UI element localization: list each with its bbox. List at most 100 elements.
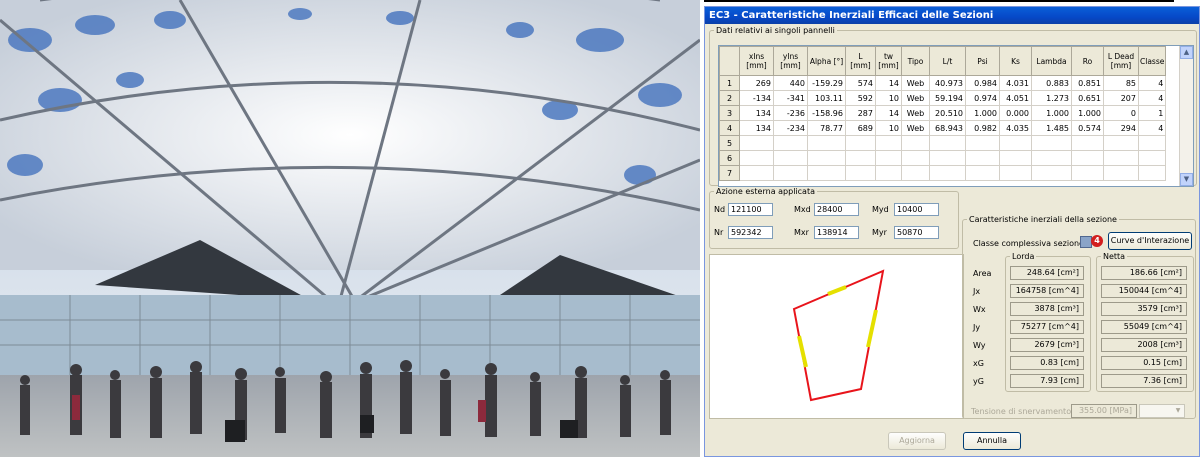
scroll-down-icon[interactable]: ▼ [1180,173,1193,186]
table-row[interactable]: 6 [719,150,1167,166]
grid-cell[interactable]: Web [901,75,930,91]
interaction-curves-button[interactable]: Curve d'Interazione [1108,232,1192,250]
grid-cell[interactable] [1137,150,1167,166]
chevron-down-icon[interactable]: ▼ [1173,406,1183,416]
grid-cell[interactable]: 103.11 [807,90,846,106]
table-row[interactable]: 1 269 440 -159.29 574 14 Web 40.973 0.984 4.031 0.… [719,75,1167,91]
grid-cell[interactable]: -236 [773,105,808,121]
grid-cell[interactable] [807,150,846,166]
grid-cell[interactable]: 287 [845,105,876,121]
grid-cell[interactable] [1103,165,1139,181]
grid-cell[interactable]: 68.943 [929,120,966,136]
mxr-input[interactable]: 138914 [814,226,859,239]
grid-cell[interactable]: 40.973 [929,75,966,91]
grid-cell[interactable]: 4.035 [999,120,1032,136]
grid-cell[interactable]: 592 [845,90,876,106]
grid-cell[interactable]: -158.96 [807,105,846,121]
grid-cell[interactable]: 0 [1103,105,1139,121]
grid-cell[interactable] [929,135,966,151]
grid-cell[interactable] [1137,165,1167,181]
grid-cell[interactable]: 10 [875,120,902,136]
grid-cell[interactable]: 134 [739,105,774,121]
grid-cell[interactable] [1103,135,1139,151]
grid-cell[interactable] [1031,165,1072,181]
grid-cell[interactable] [1137,135,1167,151]
grid-cell[interactable] [773,135,808,151]
grid-cell[interactable]: 0.984 [965,75,1000,91]
grid-cell[interactable] [1071,135,1104,151]
grid-cell[interactable] [1031,150,1072,166]
table-row[interactable]: 7 [719,165,1167,181]
grid-cell[interactable]: Web [901,120,930,136]
myd-input[interactable]: 10400 [894,203,939,216]
grid-cell[interactable] [1031,135,1072,151]
grid-cell[interactable]: 0.851 [1071,75,1104,91]
grid-cell[interactable]: 0.651 [1071,90,1104,106]
scroll-up-icon[interactable]: ▲ [1180,46,1193,59]
grid-cell[interactable]: 207 [1103,90,1139,106]
grid-cell[interactable] [875,150,902,166]
yield-dropdown[interactable]: ▼ [1139,404,1185,418]
grid-cell[interactable]: 4 [1137,90,1167,106]
grid-cell[interactable]: 1 [1137,105,1167,121]
grid-cell[interactable] [739,135,774,151]
table-row[interactable]: 5 [719,135,1167,151]
grid-cell[interactable]: 14 [875,105,902,121]
grid-cell[interactable]: 1.273 [1031,90,1072,106]
grid-cell[interactable]: 440 [773,75,808,91]
grid-cell[interactable] [999,135,1032,151]
grid-cell[interactable]: Web [901,105,930,121]
grid-cell[interactable] [807,135,846,151]
grid-cell[interactable]: 269 [739,75,774,91]
grid-cell[interactable] [965,150,1000,166]
mxd-input[interactable]: 28400 [814,203,859,216]
grid-cell[interactable] [1071,165,1104,181]
table-row[interactable]: 4 134 -234 78.77 689 10 Web 68.943 0.982 4.035 1.4… [719,120,1167,136]
grid-cell[interactable]: 0.883 [1031,75,1072,91]
grid-cell[interactable] [901,135,930,151]
grid-cell[interactable]: 85 [1103,75,1139,91]
grid-cell[interactable]: 0.574 [1071,120,1104,136]
grid-cell[interactable]: 14 [875,75,902,91]
grid-cell[interactable] [845,165,876,181]
grid-cell[interactable]: 4.051 [999,90,1032,106]
grid-cell[interactable]: 59.194 [929,90,966,106]
grid-cell[interactable]: 134 [739,120,774,136]
grid-cell[interactable]: 0.974 [965,90,1000,106]
panels-grid[interactable]: xIns [mm] yIns [mm] Alpha [°] L [mm] tw [mm]… [718,45,1194,187]
grid-cell[interactable] [845,135,876,151]
grid-cell[interactable] [965,135,1000,151]
grid-cell[interactable]: 10 [875,90,902,106]
grid-cell[interactable]: 574 [845,75,876,91]
grid-cell[interactable] [1103,150,1139,166]
grid-cell[interactable]: -341 [773,90,808,106]
grid-cell[interactable] [773,165,808,181]
grid-cell[interactable] [901,150,930,166]
grid-cell[interactable] [739,150,774,166]
grid-cell[interactable]: 1.000 [1071,105,1104,121]
grid-cell[interactable] [901,165,930,181]
grid-cell[interactable] [929,150,966,166]
grid-cell[interactable] [807,165,846,181]
annulla-button[interactable]: Annulla [963,432,1021,450]
nd-input[interactable]: 121100 [728,203,773,216]
grid-cell[interactable]: -234 [773,120,808,136]
grid-scrollbar[interactable]: ▲ ▼ [1179,46,1193,186]
grid-cell[interactable]: -134 [739,90,774,106]
grid-cell[interactable] [1071,150,1104,166]
grid-cell[interactable]: 4 [1137,120,1167,136]
grid-cell[interactable] [773,150,808,166]
grid-cell[interactable]: 1.000 [965,105,1000,121]
grid-cell[interactable]: -159.29 [807,75,846,91]
grid-cell[interactable] [965,165,1000,181]
grid-cell[interactable]: 1.485 [1031,120,1072,136]
grid-cell[interactable] [875,135,902,151]
aggiorna-button[interactable]: Aggiorna [888,432,946,450]
grid-cell[interactable]: 689 [845,120,876,136]
grid-cell[interactable]: 4.031 [999,75,1032,91]
grid-cell[interactable]: 294 [1103,120,1139,136]
grid-cell[interactable]: 1.000 [1031,105,1072,121]
grid-cell[interactable] [875,165,902,181]
nr-input[interactable]: 592342 [728,226,773,239]
grid-cell[interactable] [999,165,1032,181]
